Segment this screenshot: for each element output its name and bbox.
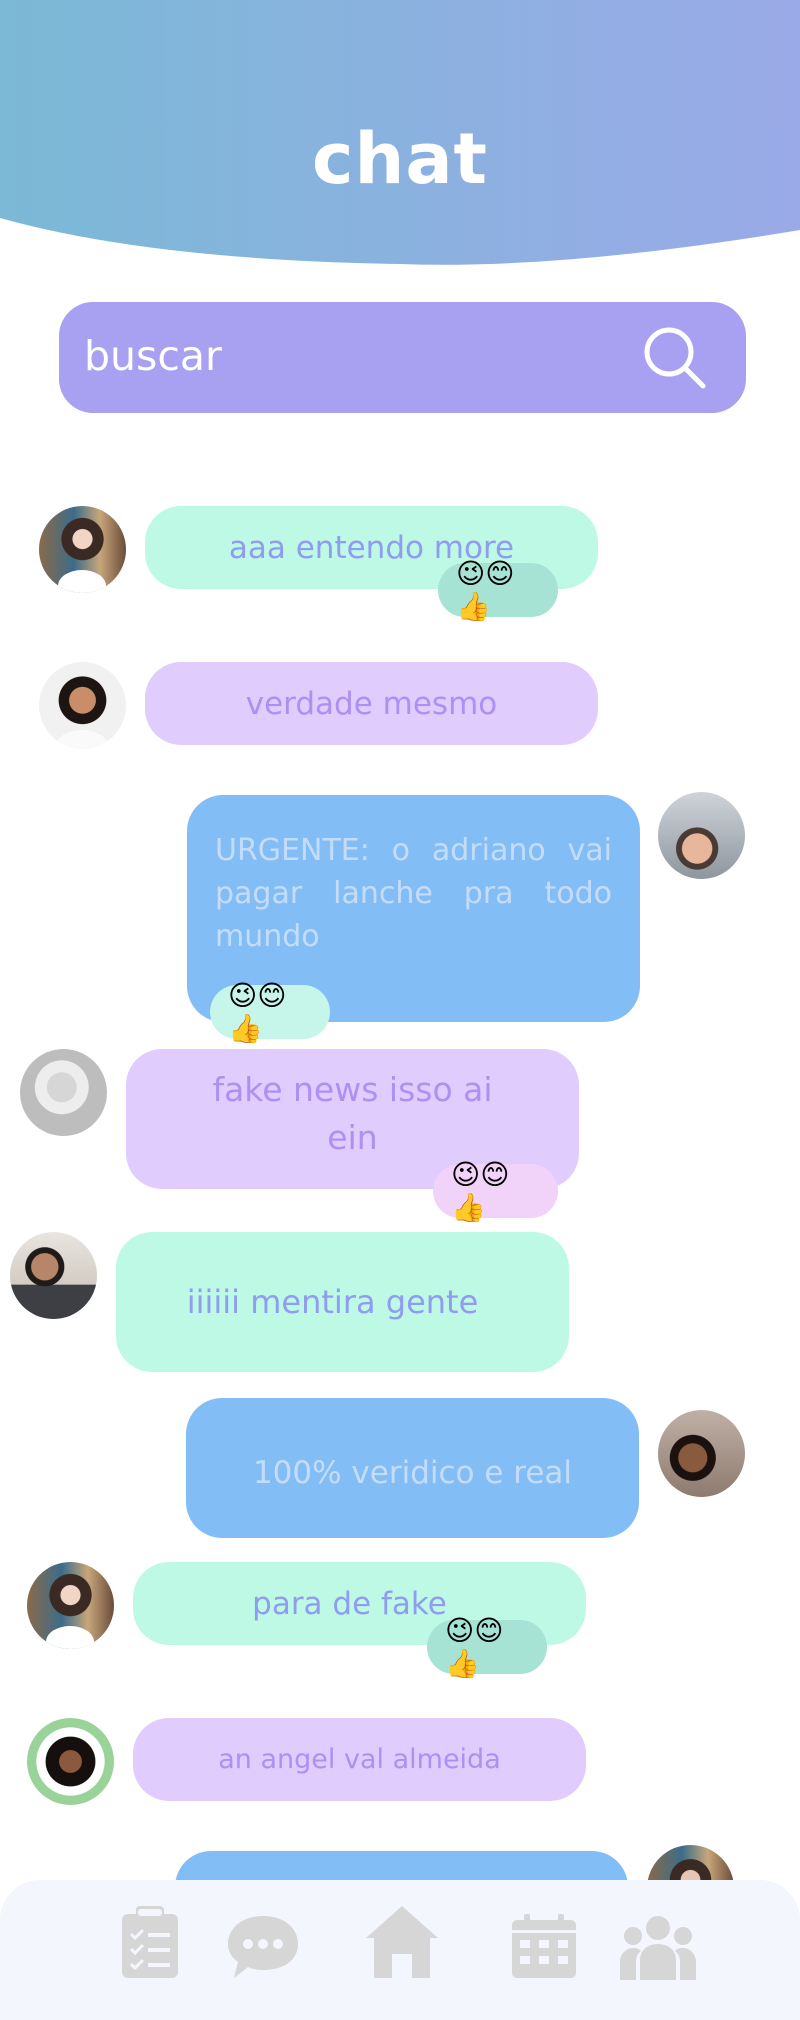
avatar[interactable] bbox=[27, 1562, 114, 1649]
message-bubble[interactable]: 100% veridico e real bbox=[186, 1398, 639, 1538]
message-text: URGENTE: o adriano vai pagar lanche pra … bbox=[215, 833, 612, 954]
page-title: chat bbox=[311, 118, 489, 200]
message-text: fake news isso ai ein bbox=[212, 1070, 493, 1157]
message-text: para de fake bbox=[252, 1585, 447, 1622]
reaction-emojis: 😉😊👍 bbox=[445, 1614, 504, 1680]
chat-icon[interactable] bbox=[226, 1914, 300, 1984]
reaction-emojis: 😉😊👍 bbox=[228, 979, 287, 1045]
avatar[interactable] bbox=[39, 506, 126, 593]
reaction-badge[interactable]: 😉😊👍 bbox=[427, 1614, 547, 1680]
reaction-emojis: 😉😊👍 bbox=[451, 1158, 510, 1224]
avatar[interactable] bbox=[20, 1049, 107, 1136]
search-icon[interactable] bbox=[641, 324, 709, 396]
reaction-badge[interactable]: 😉😊👍 bbox=[438, 557, 558, 623]
avatar[interactable] bbox=[658, 1410, 745, 1497]
reaction-badge[interactable]: 😉😊👍 bbox=[210, 979, 330, 1045]
search-input[interactable]: buscar bbox=[84, 332, 222, 380]
avatar[interactable] bbox=[39, 662, 126, 749]
header: chat bbox=[0, 0, 800, 270]
message-text: iiiiii mentira gente bbox=[186, 1283, 479, 1321]
avatar[interactable] bbox=[658, 792, 745, 879]
message-bubble[interactable]: an angel val almeida bbox=[133, 1718, 586, 1801]
reaction-emojis: 😉😊👍 bbox=[456, 557, 515, 623]
message-bubble[interactable]: iiiiii mentira gente bbox=[116, 1232, 569, 1372]
home-icon[interactable] bbox=[364, 1904, 440, 1984]
avatar[interactable] bbox=[10, 1232, 97, 1319]
calendar-icon[interactable] bbox=[510, 1914, 578, 1984]
message-bubble[interactable]: verdade mesmo bbox=[145, 662, 598, 745]
message-text: verdade mesmo bbox=[245, 685, 498, 722]
search-bar[interactable]: buscar bbox=[59, 302, 746, 413]
avatar[interactable] bbox=[27, 1718, 114, 1805]
group-icon[interactable] bbox=[620, 1914, 696, 1984]
message-text: 100% veridico e real bbox=[252, 1455, 573, 1491]
message-text: an angel val almeida bbox=[218, 1744, 501, 1775]
bottom-nav bbox=[0, 1880, 800, 2020]
tasks-icon[interactable] bbox=[120, 1906, 180, 1984]
reaction-badge[interactable]: 😉😊👍 bbox=[433, 1158, 558, 1224]
